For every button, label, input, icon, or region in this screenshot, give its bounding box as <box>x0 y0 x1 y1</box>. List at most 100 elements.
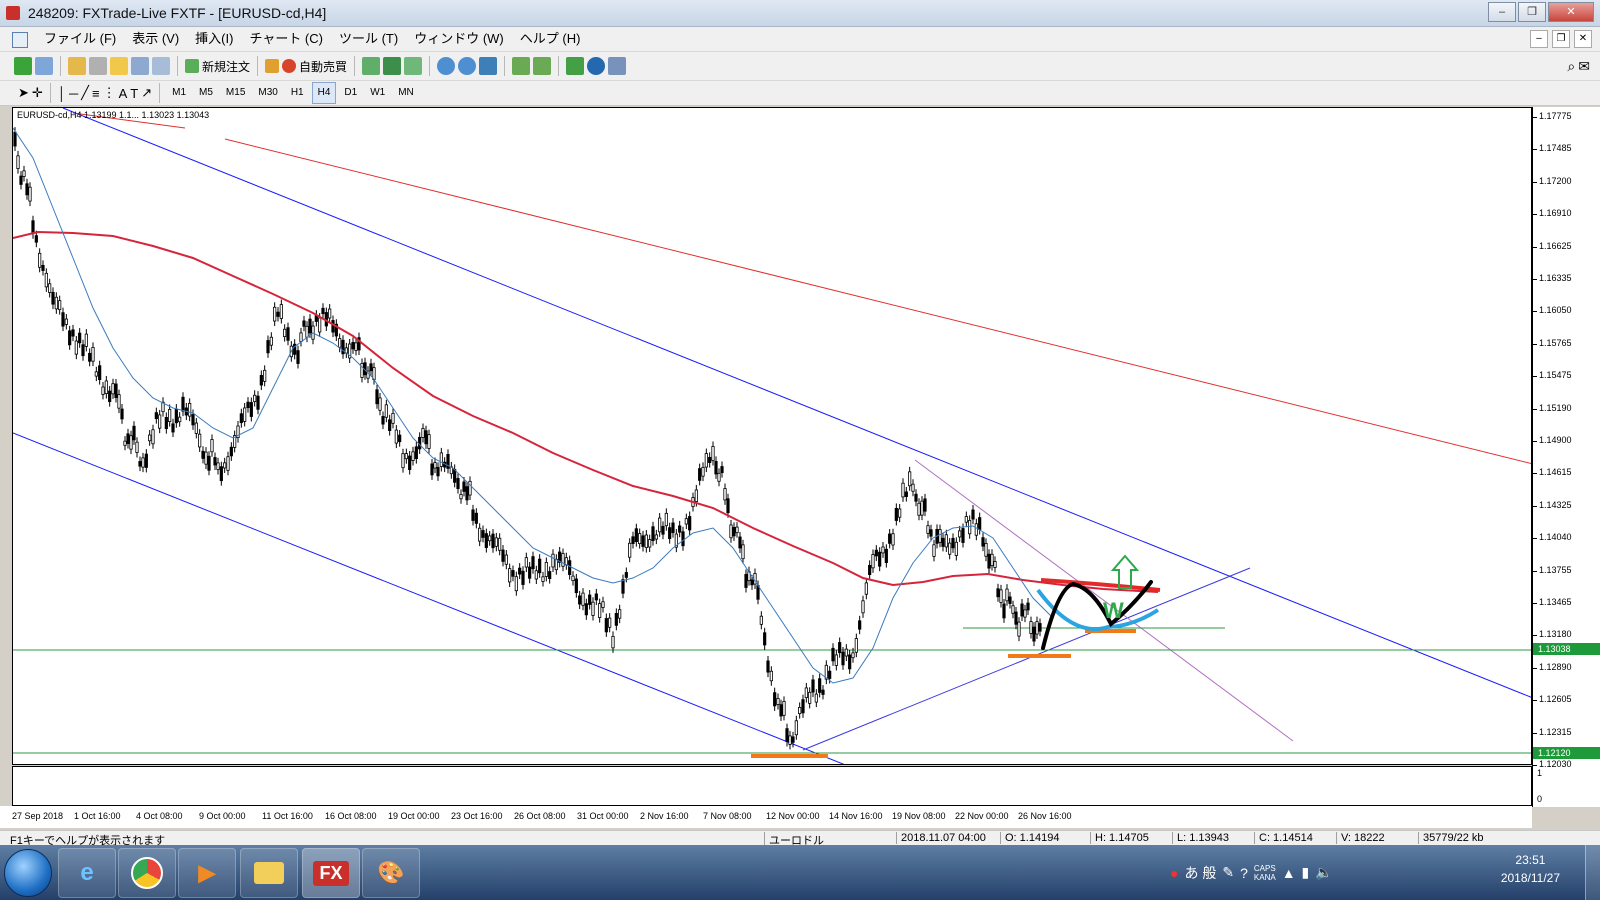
data-window-icon[interactable] <box>89 57 107 75</box>
menu-view[interactable]: 表示 (V) <box>124 30 187 48</box>
candle-body <box>574 578 578 594</box>
volume-icon[interactable]: 🔈 <box>1315 864 1332 881</box>
search-icon[interactable]: ⌕ <box>1567 58 1575 75</box>
candle-body <box>720 466 724 474</box>
minimize-button[interactable]: – <box>1488 2 1516 22</box>
timeframe-h1[interactable]: H1 <box>286 83 309 103</box>
text-icon[interactable]: A <box>119 86 128 101</box>
trendline-icon[interactable]: ╱ <box>81 85 89 101</box>
mdi-restore-icon[interactable]: ❐ <box>1552 30 1570 48</box>
zoom-in-icon[interactable] <box>437 57 456 75</box>
help-icon[interactable]: ? <box>1240 865 1248 881</box>
timeframe-m5[interactable]: M5 <box>194 83 218 103</box>
chat-icon[interactable]: ✉ <box>1578 58 1590 75</box>
price-chart[interactable]: W EURUSD-cd,H4 1.13199 1.1... 1.13023 1.… <box>12 107 1532 765</box>
close-button[interactable]: ✕ <box>1548 2 1594 22</box>
candlestick-icon[interactable] <box>383 57 402 75</box>
timeframe-mn[interactable]: MN <box>393 83 419 103</box>
up-arrow-annotation[interactable] <box>1110 554 1140 589</box>
start-button[interactable] <box>4 849 52 897</box>
horizontal-line-icon[interactable]: ─ <box>69 86 78 101</box>
chart-canvas[interactable]: W <box>13 108 1532 765</box>
timeframe-m30[interactable]: M30 <box>253 83 282 103</box>
menu-insert[interactable]: 挿入(I) <box>187 30 241 48</box>
chrome-icon[interactable] <box>118 848 176 898</box>
periods-icon[interactable] <box>587 57 606 75</box>
tray-expand-icon[interactable]: ▲ <box>1282 865 1296 881</box>
cursor-icon[interactable]: ➤ <box>18 85 29 101</box>
status-traffic[interactable]: 35779/22 kb <box>1418 832 1484 844</box>
profiles-icon[interactable] <box>35 57 53 75</box>
timeframe-d1[interactable]: D1 <box>339 83 362 103</box>
candle-body <box>1020 603 1024 617</box>
menu-help[interactable]: ヘルプ (H) <box>512 30 589 48</box>
candle-body <box>188 402 192 417</box>
auto-trade-button[interactable]: 自動売買 <box>299 58 347 75</box>
ime-indicator[interactable]: あ 般 <box>1184 863 1216 883</box>
ma-short-line[interactable] <box>13 127 1054 684</box>
network-icon[interactable]: ▮ <box>1302 864 1310 881</box>
new-order-button[interactable]: 新規注文 <box>202 58 250 75</box>
candle-body <box>263 369 267 382</box>
zoom-out-icon[interactable] <box>458 57 477 75</box>
price-tick-label: 1.12605 <box>1533 694 1572 705</box>
time-tick-label: 31 Oct 00:00 <box>577 811 629 821</box>
menu-window[interactable]: ウィンドウ (W) <box>406 30 512 48</box>
timeframe-w1[interactable]: W1 <box>365 83 390 103</box>
candle-body <box>726 498 730 514</box>
timeframe-h4[interactable]: H4 <box>311 82 337 104</box>
chart-window-icon[interactable] <box>12 32 28 48</box>
folder-icon[interactable] <box>240 848 298 898</box>
chart-shift-icon[interactable] <box>512 57 531 75</box>
candle-body <box>711 446 715 461</box>
new-chart-icon[interactable] <box>14 57 32 75</box>
mdi-close-icon[interactable]: ✕ <box>1574 30 1592 48</box>
candle-body <box>44 272 48 288</box>
notification-icon[interactable]: ● <box>1170 865 1178 881</box>
vertical-line-icon[interactable]: │ <box>58 86 66 101</box>
timeframe-m1[interactable]: M1 <box>167 83 191 103</box>
navigator-icon[interactable] <box>110 57 128 75</box>
candle-body <box>226 456 230 471</box>
resistance-line-main[interactable] <box>224 138 1532 465</box>
restore-button[interactable]: ❐ <box>1518 2 1546 22</box>
bar-chart-icon[interactable] <box>362 57 381 75</box>
paint-icon[interactable]: 🎨 <box>362 848 420 898</box>
metaeditor-icon[interactable] <box>265 59 280 73</box>
strategy-tester-icon[interactable] <box>152 57 170 75</box>
ie-icon[interactable]: e <box>58 848 116 898</box>
candle-body <box>478 527 482 542</box>
terminal-icon[interactable] <box>131 57 149 75</box>
menu-tools[interactable]: ツール (T) <box>331 30 406 48</box>
time-axis[interactable]: 27 Sep 2018 1 Oct 16:00 4 Oct 08:00 9 Oct 0… <box>0 806 1532 828</box>
show-desktop-button[interactable] <box>1585 845 1600 900</box>
indicators-icon[interactable] <box>566 57 585 75</box>
tile-windows-icon[interactable] <box>479 57 498 75</box>
fibonacci-icon[interactable]: ⋮ <box>103 85 116 101</box>
status-profile[interactable]: ユーロドル <box>764 832 824 845</box>
candle-body <box>524 557 528 568</box>
menu-chart[interactable]: チャート (C) <box>241 30 331 48</box>
channel-icon[interactable]: ≡ <box>92 86 100 101</box>
caps-kana-indicator: CAPS KANA <box>1253 863 1276 882</box>
line-chart-icon[interactable] <box>404 57 423 75</box>
fx-icon[interactable]: FX <box>302 848 360 898</box>
channel-upper-line[interactable] <box>62 108 1532 698</box>
auto-scroll-icon[interactable] <box>533 57 552 75</box>
crosshair-icon[interactable]: ✛ <box>32 85 43 101</box>
candle-body <box>331 320 335 333</box>
time-tick-label: 26 Oct 08:00 <box>514 811 566 821</box>
templates-icon[interactable] <box>608 57 627 75</box>
label-icon[interactable]: T <box>130 86 138 101</box>
price-axis[interactable]: 1.17775 1.17485 1.17200 1.16910 1.16625 1.163… <box>1532 107 1600 807</box>
channel-lower-line[interactable] <box>13 432 848 765</box>
clock[interactable]: 23:51 2018/11/27 <box>1501 851 1560 887</box>
menu-file[interactable]: ファイル (F) <box>36 30 124 48</box>
arrows-icon[interactable]: ↗ <box>141 85 152 101</box>
market-watch-icon[interactable] <box>68 57 86 75</box>
indicator-subwindow[interactable] <box>12 766 1532 806</box>
mdi-minimize-icon[interactable]: – <box>1530 30 1548 48</box>
ime-tools-icon[interactable]: ✎ <box>1222 864 1234 881</box>
media-icon[interactable]: ▶ <box>178 848 236 898</box>
timeframe-m15[interactable]: M15 <box>221 83 250 103</box>
